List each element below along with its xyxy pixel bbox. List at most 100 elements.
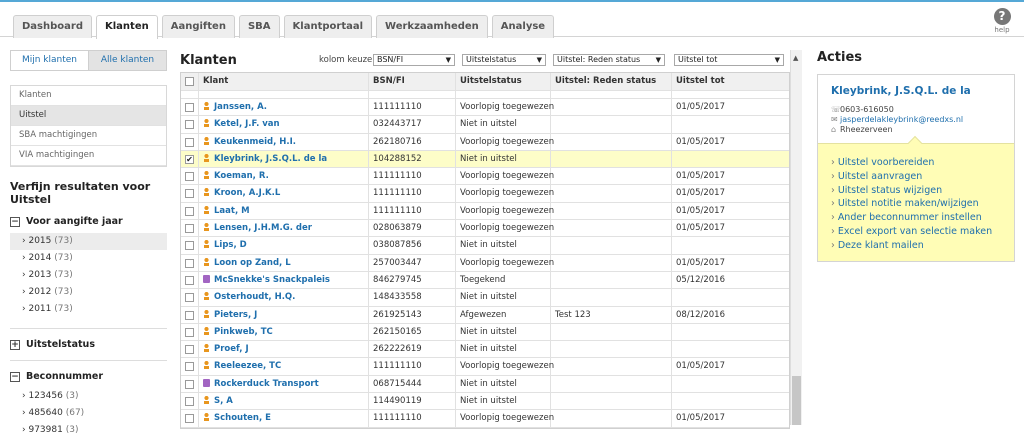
row-checkbox[interactable] [185, 275, 194, 285]
menu-item-sba-machtigingen[interactable]: SBA machtigingen [11, 126, 166, 146]
scrollbar-thumb[interactable] [792, 376, 801, 425]
client-name-link[interactable]: Reeleezee, TC [214, 361, 281, 371]
row-checkbox[interactable] [185, 414, 194, 424]
client-name-link[interactable]: Proef, J [214, 344, 249, 354]
table-row[interactable]: Ketel, J.F. van 032443717 Niet in uitstel [181, 116, 789, 134]
client-name[interactable]: Kleybrink, J.S.Q.L. de la [831, 85, 1002, 97]
table-row[interactable]: S, A 114490119 Niet in uitstel [181, 393, 789, 411]
menu-item-klanten[interactable]: Klanten [11, 86, 166, 106]
table-row[interactable]: Koeman, R. 111111110 Voorlopig toegewezen 0… [181, 168, 789, 186]
toggle-alle-klanten[interactable]: Alle klanten [88, 51, 166, 70]
row-checkbox[interactable] [185, 120, 194, 130]
column-header-bsn[interactable]: BSN/FI [369, 73, 456, 90]
facet-beconnummer-item[interactable]: › 123456 (3) [10, 388, 167, 405]
row-checkbox[interactable] [185, 345, 194, 355]
client-name-link[interactable]: Lips, D [214, 240, 247, 250]
column-select-4[interactable]: Uitstel tot ▼ [674, 54, 784, 66]
client-name-link[interactable]: Pieters, J [214, 310, 257, 320]
client-name-link[interactable]: Pinkweb, TC [214, 327, 273, 337]
table-row[interactable]: ✔ Kleybrink, J.S.Q.L. de la 104288152 Niet … [181, 150, 789, 169]
facet-year-item[interactable]: › 2012 (73) [10, 284, 167, 301]
tab-dashboard[interactable]: Dashboard [13, 15, 92, 38]
table-row[interactable]: Proef, J 262222619 Niet in uitstel [181, 341, 789, 359]
help-button[interactable]: ? help [990, 8, 1014, 34]
action-uitstel-aanvragen[interactable]: › Uitstel aanvragen [831, 170, 1002, 184]
row-checkbox[interactable]: ✔ [185, 154, 194, 164]
action-uitstel-notitie[interactable]: › Uitstel notitie maken/wijzigen [831, 197, 1002, 211]
client-name-link[interactable]: McSnekke's Snackpaleis [214, 275, 330, 285]
row-checkbox[interactable] [185, 379, 194, 389]
column-header-uitstelstatus[interactable]: Uitstelstatus [456, 73, 551, 90]
row-checkbox[interactable] [185, 103, 194, 112]
scroll-up-icon[interactable]: ▲ [793, 54, 798, 62]
column-select-2[interactable]: Uitstelstatus ▼ [462, 54, 546, 66]
client-name-link[interactable]: Loon op Zand, L [214, 258, 291, 268]
row-checkbox[interactable] [185, 327, 194, 337]
table-row[interactable]: Kroon, A.J.K.L 111111110 Voorlopig toegewe… [181, 185, 789, 203]
client-name-link[interactable]: Janssen, A. [214, 102, 267, 112]
row-checkbox[interactable] [185, 224, 194, 234]
facet-status-header[interactable]: + Uitstelstatus [10, 339, 167, 350]
table-row[interactable]: Reeleezee, TC 111111110 Voorlopig toegewez… [181, 358, 789, 376]
client-name-link[interactable]: Laat, M [214, 206, 250, 216]
tab-klanten[interactable]: Klanten [96, 15, 158, 39]
table-row[interactable]: Keukenmeid, H.I. 262180716 Voorlopig toege… [181, 133, 789, 151]
menu-item-uitstel[interactable]: Uitstel [11, 106, 166, 126]
row-checkbox[interactable] [185, 241, 194, 251]
table-row[interactable]: Schouten, E 111111110 Voorlopig toegewezen… [181, 410, 789, 428]
select-all-checkbox[interactable] [185, 77, 194, 86]
tab-sba[interactable]: SBA [238, 15, 280, 38]
facet-year-item[interactable]: › 2011 (73) [10, 301, 167, 318]
table-row[interactable]: Laat, M 111111110 Voorlopig toegewezen 01/0… [181, 202, 789, 221]
row-checkbox[interactable] [185, 189, 194, 199]
row-checkbox[interactable] [185, 172, 194, 182]
table-row[interactable]: Lips, D 038087856 Niet in uitstel [181, 237, 789, 255]
table-row[interactable]: Janssen, A. 111111110 Voorlopig toegewezen… [181, 99, 789, 117]
action-klant-mailen[interactable]: › Deze klant mailen [831, 239, 1002, 253]
table-row[interactable]: Lensen, J.H.M.G. der 028063879 Voorlopig t… [181, 220, 789, 238]
action-excel-export[interactable]: › Excel export van selectie maken [831, 225, 1002, 239]
client-name-link[interactable]: Kleybrink, J.S.Q.L. de la [214, 154, 327, 164]
column-header-klant[interactable]: Klant [199, 73, 369, 90]
table-row[interactable]: Pieters, J 261925143 Afgewezen Test 123 08/1… [181, 306, 789, 324]
column-select-1[interactable]: BSN/FI ▼ [373, 54, 455, 66]
scrollbar[interactable]: ▲ [790, 50, 802, 425]
tab-werkzaamheden[interactable]: Werkzaamheden [376, 15, 488, 38]
client-name-link[interactable]: Rockerduck Transport [214, 379, 319, 389]
table-row[interactable]: Loon op Zand, L 257003447 Voorlopig toegew… [181, 254, 789, 272]
table-row[interactable]: Osterhoudt, H.Q. 148433558 Niet in uitstel [181, 289, 789, 307]
tab-aangiften[interactable]: Aangiften [161, 15, 235, 38]
client-name-link[interactable]: Keukenmeid, H.I. [214, 137, 296, 147]
table-row[interactable]: Pinkweb, TC 262150165 Niet in uitstel [181, 323, 789, 342]
client-name-link[interactable]: Osterhoudt, H.Q. [214, 292, 295, 302]
menu-item-via-machtigingen[interactable]: VIA machtigingen [11, 146, 166, 166]
tab-analyse[interactable]: Analyse [491, 15, 555, 38]
action-beconnummer-instellen[interactable]: › Ander beconnummer instellen [831, 211, 1002, 225]
row-checkbox[interactable] [185, 137, 194, 147]
client-email[interactable]: jasperdelakleybrink@reedxs.nl [840, 115, 963, 124]
facet-year-item[interactable]: › 2015 (73) [10, 233, 167, 250]
column-select-3[interactable]: Uitstel: Reden status ▼ [553, 54, 665, 66]
action-uitstel-voorbereiden[interactable]: › Uitstel voorbereiden [831, 156, 1002, 170]
row-checkbox[interactable] [185, 397, 194, 407]
facet-year-item[interactable]: › 2014 (73) [10, 250, 167, 267]
facet-year-item[interactable]: › 2013 (73) [10, 267, 167, 284]
client-name-link[interactable]: Kroon, A.J.K.L [214, 188, 280, 198]
row-checkbox[interactable] [185, 310, 194, 320]
row-checkbox[interactable] [185, 362, 194, 372]
client-name-link[interactable]: Lensen, J.H.M.G. der [214, 223, 312, 233]
table-row[interactable]: Rockerduck Transport 068715444 Niet in uit… [181, 375, 789, 394]
table-row[interactable] [181, 91, 789, 99]
column-header-uitstel-tot[interactable]: Uitstel tot [672, 73, 789, 90]
tab-klantportaal[interactable]: Klantportaal [283, 15, 373, 38]
table-row[interactable]: McSnekke's Snackpaleis 846279745 Toegekend… [181, 271, 789, 290]
client-name-link[interactable]: Schouten, E [214, 413, 271, 423]
client-name-link[interactable]: S, A [214, 396, 233, 406]
column-header-reden[interactable]: Uitstel: Reden status [551, 73, 672, 90]
facet-beconnummer-item[interactable]: › 485640 (67) [10, 405, 167, 422]
row-checkbox[interactable] [185, 293, 194, 303]
action-uitstel-status-wijzigen[interactable]: › Uitstel status wijzigen [831, 184, 1002, 198]
toggle-mijn-klanten[interactable]: Mijn klanten [11, 51, 88, 70]
row-checkbox[interactable] [185, 206, 194, 216]
facet-year-header[interactable]: − Voor aangifte jaar [10, 216, 167, 227]
